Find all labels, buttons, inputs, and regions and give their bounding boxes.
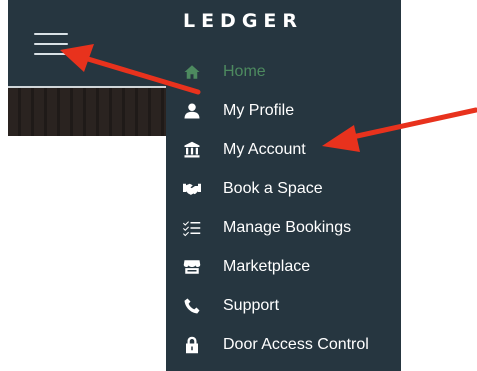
navigation-drawer: LEDGER Home My Profile My Account Book a…: [166, 0, 401, 371]
nav-menu: Home My Profile My Account Book a Space …: [166, 52, 401, 364]
nav-item-support[interactable]: Support: [166, 286, 401, 325]
nav-item-my-account[interactable]: My Account: [166, 130, 401, 169]
nav-item-door-access-control[interactable]: Door Access Control: [166, 325, 401, 364]
nav-item-home[interactable]: Home: [166, 52, 401, 91]
bank-icon: [182, 140, 202, 160]
nav-item-my-profile[interactable]: My Profile: [166, 91, 401, 130]
hamburger-menu-icon[interactable]: [34, 28, 68, 58]
store-icon: [182, 257, 202, 277]
nav-item-book-a-space[interactable]: Book a Space: [166, 169, 401, 208]
home-icon: [182, 62, 202, 82]
nav-item-manage-bookings[interactable]: Manage Bookings: [166, 208, 401, 247]
checklist-icon: [182, 218, 202, 238]
phone-icon: [182, 296, 202, 316]
nav-item-marketplace[interactable]: Marketplace: [166, 247, 401, 286]
lock-icon: [182, 335, 202, 355]
brand-logo: LEDGER: [182, 10, 304, 32]
user-icon: [182, 101, 202, 121]
app-header: [8, 0, 166, 86]
handshake-icon: [182, 179, 202, 199]
hero-image: [8, 86, 166, 136]
